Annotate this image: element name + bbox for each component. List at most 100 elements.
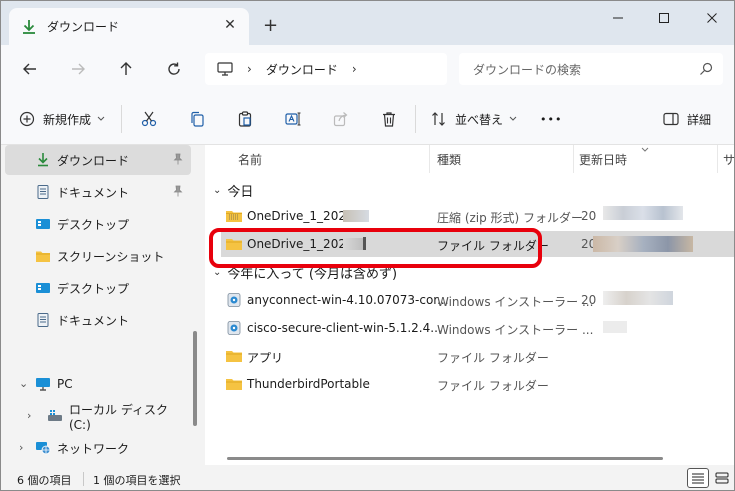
rename-button[interactable] xyxy=(285,107,301,131)
item-count: 6 個の項目 xyxy=(17,474,72,487)
search-input[interactable]: ダウンロードの検索 xyxy=(459,53,723,85)
sidebar-item-label: ドキュメント xyxy=(57,313,130,328)
tiles-view-button[interactable] xyxy=(711,468,733,488)
share-button[interactable] xyxy=(333,107,349,131)
address-bar[interactable]: › ダウンロード › xyxy=(205,53,447,85)
sidebar-item-desktop-2[interactable]: デスクトップ xyxy=(5,273,191,303)
folder-icon xyxy=(225,349,243,363)
sort-chevron-icon xyxy=(641,147,649,152)
column-divider[interactable] xyxy=(429,145,430,173)
scissors-icon xyxy=(141,111,157,127)
pin-icon[interactable] xyxy=(173,185,183,200)
sidebar-item-label: デスクトップ xyxy=(57,281,130,296)
sidebar-item-screenshots[interactable]: スクリーンショット xyxy=(5,241,191,271)
redacted-block xyxy=(343,210,369,222)
chevron-right-icon[interactable]: › xyxy=(352,62,357,76)
pin-icon[interactable] xyxy=(173,153,183,168)
sidebar-scrollbar[interactable] xyxy=(193,331,197,426)
sidebar-item-documents[interactable]: ドキュメント xyxy=(5,177,191,207)
tab-downloads[interactable]: ダウンロード ✕ xyxy=(9,8,249,45)
search-icon xyxy=(700,62,713,75)
file-type: 圧縮 (zip 形式) フォルダー xyxy=(437,211,584,225)
copy-icon xyxy=(191,111,204,127)
sidebar-item-desktop[interactable]: デスクトップ xyxy=(5,209,191,239)
refresh-button[interactable] xyxy=(161,57,187,81)
installer-icon xyxy=(225,321,243,335)
file-type: Windows インストーラー ... xyxy=(437,323,594,337)
details-view-button[interactable] xyxy=(687,468,709,488)
details-button[interactable]: 詳細 xyxy=(663,107,711,131)
column-header-type[interactable]: 種類 xyxy=(437,151,461,168)
chevron-right-icon[interactable]: › xyxy=(19,441,23,454)
folder-icon xyxy=(35,249,51,263)
column-divider[interactable] xyxy=(717,145,718,173)
pc-icon xyxy=(35,377,51,391)
sidebar-item-label: ドキュメント xyxy=(57,185,130,200)
sidebar-item-local-disk[interactable]: › ローカル ディスク (C:) xyxy=(5,401,191,432)
sort-button[interactable]: 並べ替え xyxy=(431,107,517,131)
breadcrumb-downloads[interactable]: ダウンロード xyxy=(266,61,338,78)
chevron-down-icon: ⌄ xyxy=(213,267,222,278)
column-header-name[interactable]: 名前 xyxy=(238,151,262,168)
selected-count: 1 個の項目を選択 xyxy=(93,474,181,487)
file-type: ファイル フォルダー xyxy=(437,351,549,365)
delete-button[interactable] xyxy=(381,107,397,131)
document-icon xyxy=(35,313,51,327)
refresh-icon xyxy=(168,62,180,75)
column-header-modified[interactable]: 更新日時 xyxy=(579,151,627,168)
search-placeholder: ダウンロードの検索 xyxy=(473,62,582,77)
list-item[interactable]: cisco-secure-client-win-5.1.2.4... Windo… xyxy=(221,315,734,341)
details-view-icon xyxy=(692,473,704,484)
forward-button[interactable] xyxy=(65,57,91,81)
sidebar-item-pc[interactable]: ⌄ PC xyxy=(5,369,191,399)
status-divider xyxy=(83,472,84,486)
new-button[interactable]: 新規作成 xyxy=(19,107,105,131)
sidebar-item-downloads[interactable]: ダウンロード xyxy=(5,145,191,175)
tab-close-icon[interactable]: ✕ xyxy=(221,17,239,33)
list-item[interactable]: ThunderbirdPortable ファイル フォルダー xyxy=(221,371,734,397)
column-divider[interactable] xyxy=(573,145,574,173)
file-date: 20 xyxy=(581,293,597,307)
column-header-size[interactable]: サ xyxy=(723,151,734,168)
new-tab-button[interactable]: + xyxy=(263,15,278,36)
monitor-icon xyxy=(217,62,233,76)
new-button-label: 新規作成 xyxy=(43,112,92,127)
copy-button[interactable] xyxy=(189,107,205,131)
chevron-down-icon[interactable]: ⌄ xyxy=(19,377,28,390)
redacted-block xyxy=(593,236,693,252)
list-item[interactable]: OneDrive_1_2024- 圧縮 (zip 形式) フォルダー 20 xyxy=(221,203,734,229)
sort-icon xyxy=(432,112,445,126)
redacted-block xyxy=(603,291,673,305)
drive-icon xyxy=(47,409,63,423)
download-icon xyxy=(35,153,51,167)
sidebar-item-label: PC xyxy=(57,377,73,391)
download-icon xyxy=(21,19,37,35)
installer-icon xyxy=(225,293,243,307)
up-button[interactable] xyxy=(113,57,139,81)
group-header-today[interactable]: ⌄ 今日 xyxy=(213,181,253,200)
folder-icon xyxy=(225,377,243,391)
sidebar-item-documents-2[interactable]: ドキュメント xyxy=(5,305,191,335)
maximize-button[interactable] xyxy=(649,7,679,29)
sidebar-item-network[interactable]: › ネットワーク xyxy=(5,433,191,463)
redacted-block xyxy=(603,321,627,333)
file-date: 20 xyxy=(581,209,597,223)
chevron-right-icon[interactable]: › xyxy=(27,409,31,422)
back-button[interactable] xyxy=(17,57,43,81)
clipboard-icon xyxy=(238,111,252,127)
desktop-icon xyxy=(35,217,51,231)
list-item[interactable]: anyconnect-win-4.10.07073-cor... Windows… xyxy=(221,287,734,313)
toolbar-divider xyxy=(121,105,122,133)
cut-button[interactable] xyxy=(141,107,157,131)
chevron-down-icon: ⌄ xyxy=(213,185,222,196)
navigation-pane: ダウンロード ドキュメント デスクトップ スクリーンショット デスクトップ ドキ… xyxy=(1,145,205,465)
minimize-button[interactable] xyxy=(603,7,633,29)
horizontal-scrollbar[interactable] xyxy=(227,457,663,460)
chevron-right-icon: › xyxy=(247,62,252,76)
close-window-button[interactable] xyxy=(697,7,727,29)
list-item[interactable]: アプリ ファイル フォルダー xyxy=(221,343,734,369)
more-options-button[interactable]: ••• xyxy=(540,107,562,131)
plus-circle-icon xyxy=(19,111,35,127)
back-arrow-icon xyxy=(23,63,36,75)
paste-button[interactable] xyxy=(237,107,253,131)
